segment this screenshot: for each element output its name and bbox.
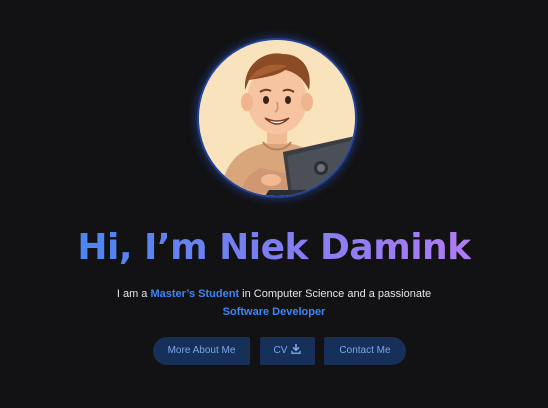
- skill-highlight: Software Developer: [222, 306, 326, 318]
- cv-download-button[interactable]: CV: [260, 337, 315, 365]
- cv-label: CV: [273, 345, 288, 356]
- greeting-text: Hi, I’m Niek Damink: [77, 227, 471, 268]
- more-about-me-label: More About Me: [167, 345, 236, 356]
- avatar-illustration: [199, 40, 355, 196]
- contact-me-button[interactable]: Contact Me: [324, 337, 406, 365]
- role-highlight: Master’s Student: [150, 288, 240, 300]
- page-title: Hi, I’m Niek Damink: [0, 222, 548, 274]
- contact-me-label: Contact Me: [339, 345, 391, 356]
- more-about-me-button[interactable]: More About Me: [153, 337, 250, 365]
- avatar: [199, 40, 355, 196]
- intro-text: I am a Master’s Student in Computer Scie…: [94, 285, 454, 321]
- hero-section: Hi, I’m Niek Damink I am a Master’s Stud…: [0, 0, 548, 408]
- download-icon: [291, 338, 302, 366]
- intro-middle: in Computer Science and a passionate: [239, 288, 432, 300]
- intro-prefix: I am a: [116, 288, 151, 300]
